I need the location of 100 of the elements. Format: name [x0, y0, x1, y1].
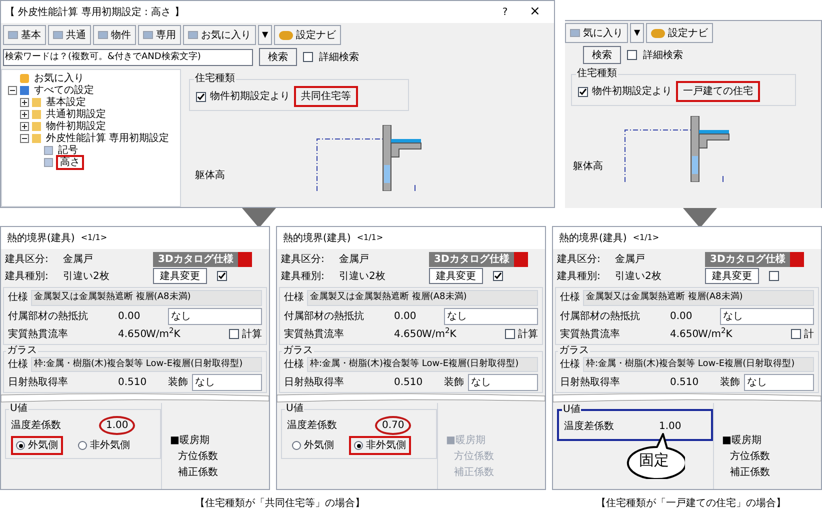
- panel-title: 熱的境界(建具): [283, 232, 351, 246]
- checkbox[interactable]: [196, 92, 206, 102]
- checkbox[interactable]: [217, 271, 227, 281]
- search-button[interactable]: 検索: [583, 46, 621, 64]
- spec-select[interactable]: 金属製又は金属製熱遮断 複層(A8未満): [583, 290, 814, 306]
- field-label: 仕様: [284, 358, 304, 372]
- minus-box-icon[interactable]: [20, 134, 29, 142]
- tree-item[interactable]: 記号: [56, 144, 80, 156]
- select-field[interactable]: なし: [720, 308, 814, 324]
- plus-box-icon[interactable]: [20, 122, 29, 130]
- field-value: 4.650: [118, 328, 146, 342]
- group-legend: 住宅種類: [194, 73, 236, 85]
- section-label: ■暖房期: [170, 434, 210, 448]
- radio-option[interactable]: 非外気側: [73, 436, 135, 455]
- field-label: 補正係数: [453, 466, 494, 480]
- section-label: ■暖房期: [446, 434, 486, 448]
- radio-option[interactable]: 外気側: [11, 436, 63, 455]
- toolbar-button[interactable]: 専用: [138, 25, 181, 45]
- search-button[interactable]: 検索: [259, 48, 297, 66]
- field-label: 仕様: [284, 290, 304, 306]
- checkbox[interactable]: [627, 50, 637, 60]
- checkbox[interactable]: [578, 86, 588, 96]
- star-folder-icon: [20, 74, 29, 82]
- color-swatch: [238, 252, 252, 267]
- field-label: 温度差係数: [287, 418, 338, 433]
- toolbar-button[interactable]: 設定ナビ: [274, 25, 342, 45]
- group-legend: ガラス: [558, 344, 590, 356]
- spec-select[interactable]: 金属製又は金属製熱遮断 複層(A8未満): [31, 290, 262, 306]
- radio-option[interactable]: 外気側: [287, 436, 339, 455]
- change-button[interactable]: 建具変更: [153, 268, 207, 284]
- checkbox[interactable]: [493, 271, 503, 281]
- catalog-button[interactable]: 3Dカタログ仕様: [429, 252, 514, 267]
- spec-select[interactable]: 金属製又は金属製熱遮断 複層(A8未満): [307, 290, 538, 306]
- select-field[interactable]: なし: [744, 374, 814, 391]
- change-button[interactable]: 建具変更: [705, 268, 759, 284]
- spec-select[interactable]: 枠:金属・樹脂(木)複合製等 Low-E複層(日射取得型): [307, 356, 538, 372]
- field-value: 4.650: [670, 328, 698, 342]
- radio-option[interactable]: 非外気側: [349, 436, 411, 455]
- dropdown-button[interactable]: ▼: [630, 23, 644, 43]
- checkbox[interactable]: [303, 52, 313, 62]
- tree-item[interactable]: 共通初期設定: [44, 108, 108, 120]
- down-arrow-icon: [683, 208, 717, 228]
- page-icon: [53, 31, 63, 39]
- group-legend: 住宅種類: [576, 68, 618, 80]
- field-value: 0.510: [670, 376, 700, 390]
- field-value: 0.510: [118, 376, 148, 390]
- close-button[interactable]: ×: [520, 2, 550, 22]
- select-field[interactable]: なし: [192, 374, 262, 391]
- spec-select[interactable]: 枠:金属・樹脂(木)複合製等 Low-E複層(日射取得型): [583, 356, 814, 372]
- checkbox[interactable]: [229, 329, 239, 339]
- house-type-value: 共同住宅等: [294, 86, 358, 107]
- toolbar-button[interactable]: お気に入り: [183, 25, 256, 45]
- toolbar-button[interactable]: 共通: [48, 25, 91, 45]
- field-label: 方位係数: [177, 450, 218, 464]
- field-value: 引違い2枚: [63, 270, 110, 284]
- plus-box-icon[interactable]: [20, 110, 29, 118]
- field-label: 付属部材の熱抵抗: [8, 310, 89, 324]
- field-label: 建具種別:: [5, 270, 50, 284]
- tree-item[interactable]: 基本設定: [44, 96, 88, 108]
- tree-item[interactable]: 物件初期設定: [44, 120, 108, 132]
- search-field[interactable]: 検索ワードは？(複数可。&付きでAND検索文字): [3, 48, 253, 66]
- field-value: 0.00: [670, 310, 694, 324]
- checkbox[interactable]: [505, 329, 515, 339]
- dropdown-button[interactable]: ▼: [258, 25, 272, 45]
- field-label: 仕様: [560, 290, 580, 306]
- field-label: 補正係数: [177, 466, 218, 480]
- page-indicator: <1/1>: [356, 232, 384, 244]
- plus-box-icon[interactable]: [20, 98, 29, 106]
- select-field[interactable]: なし: [168, 308, 262, 324]
- checkbox[interactable]: [791, 329, 801, 339]
- group-legend: U値: [562, 404, 582, 416]
- catalog-button[interactable]: 3Dカタログ仕様: [153, 252, 238, 267]
- page-icon: [8, 31, 18, 39]
- tree-item[interactable]: お気に入り: [32, 72, 86, 84]
- checkbox[interactable]: [769, 271, 779, 281]
- field-value: 引違い2枚: [615, 270, 662, 284]
- toolbar-button[interactable]: 気に入り: [565, 23, 628, 43]
- tree-item[interactable]: 外皮性能計算 専用初期設定: [44, 132, 172, 144]
- spec-select[interactable]: 枠:金属・樹脂(木)複合製等 Low-E複層(日射取得型): [31, 356, 262, 372]
- toolbar-button[interactable]: 設定ナビ: [646, 23, 714, 43]
- page-icon: [570, 29, 580, 37]
- field-label: 日射熱取得率: [284, 376, 345, 390]
- checkbox-label: 計算: [242, 328, 262, 342]
- tree-item[interactable]: すべての設定: [32, 84, 96, 96]
- tree-item[interactable]: 高さ: [56, 154, 84, 170]
- catalog-button[interactable]: 3Dカタログ仕様: [705, 252, 790, 267]
- minus-box-icon[interactable]: [8, 86, 17, 94]
- toolbar-button[interactable]: 物件: [93, 25, 136, 45]
- select-field[interactable]: なし: [468, 374, 538, 391]
- page-indicator: <1/1>: [80, 232, 108, 244]
- field-label: 建具種別:: [281, 270, 326, 284]
- select-field[interactable]: なし: [444, 308, 538, 324]
- checkbox-label: 計算: [518, 328, 538, 342]
- change-button[interactable]: 建具変更: [429, 268, 483, 284]
- toolbar-button[interactable]: 基本: [3, 25, 46, 45]
- help-button[interactable]: ?: [490, 4, 520, 20]
- field-label: 仕様: [8, 290, 28, 306]
- field-value: 金属戸: [339, 253, 370, 267]
- field-label: 建具種別:: [557, 270, 602, 284]
- field-label: 仕様: [560, 358, 580, 372]
